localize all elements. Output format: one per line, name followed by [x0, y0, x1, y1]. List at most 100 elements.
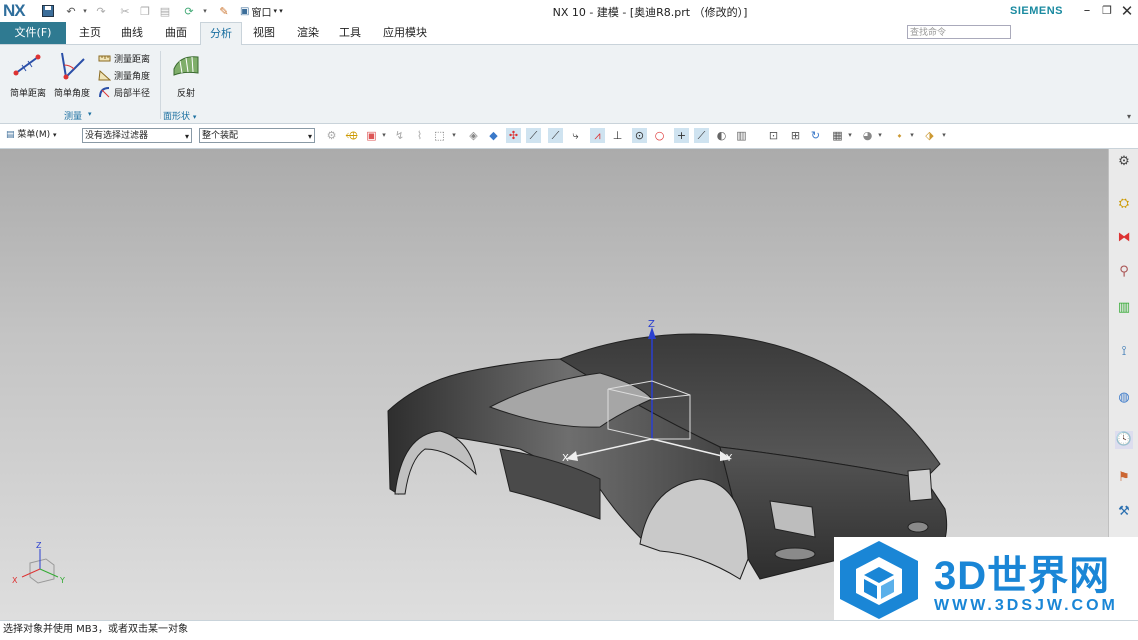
menu-icon: ▤ — [6, 130, 18, 140]
select-curve-icon[interactable]: ↯ — [392, 128, 407, 143]
orient-view-icon[interactable]: ▦ — [830, 128, 845, 143]
tab-analysis[interactable]: 分析 — [200, 22, 242, 45]
assembly-navigator-icon[interactable]: ⛭ — [1115, 195, 1133, 213]
x-axis-label: X — [562, 453, 569, 464]
arc-center-snap-icon[interactable]: ⊥ — [610, 128, 625, 143]
bounded-grid-snap-icon[interactable]: ▥ — [734, 128, 749, 143]
tab-curve[interactable]: 曲线 — [114, 22, 150, 44]
midpoint-snap-icon[interactable]: ⟋ — [548, 128, 563, 143]
restore-button[interactable]: ❐ — [1096, 2, 1118, 20]
local-radius-button[interactable]: 局部半径 — [98, 84, 150, 100]
distance-icon — [13, 54, 41, 76]
edit-object-display-icon[interactable]: ⬩ — [892, 128, 907, 143]
snap-point-icon[interactable]: ✣ — [506, 128, 521, 143]
tab-render[interactable]: 渲染 — [290, 22, 326, 44]
triad-z-label: Z — [36, 541, 42, 550]
selection-filter-select[interactable]: 没有选择过滤器 ▾ — [82, 128, 192, 143]
reflection-icon — [173, 56, 199, 76]
chevron-down-icon: ▾ — [184, 132, 189, 141]
face-shape-group-label[interactable]: 面形状 ▾ — [163, 109, 196, 122]
solid-select-icon[interactable]: ◆ — [486, 128, 501, 143]
chevron-down-icon: ▾ — [307, 132, 312, 141]
cube-logo-icon — [840, 541, 918, 619]
siemens-logo: SIEMENS — [1010, 5, 1064, 17]
minimize-button[interactable]: – — [1076, 2, 1098, 20]
select-face-icon[interactable]: ⌇ — [412, 128, 427, 143]
web-browser-icon[interactable]: ◍ — [1115, 389, 1133, 407]
simple-angle-button[interactable]: 简单角度 — [50, 49, 94, 107]
selection-toolbar: ▤ 菜单(M) ▾ 没有选择过滤器 ▾ 整个装配 ▾ ⚙ ⬲ ▣ ▾ ↯ ⌇ ⬚ ▾… — [0, 124, 1138, 149]
ruler-icon — [98, 55, 111, 61]
ribbon-panel: 简单距离 简单角度 测量距离 测量角度 局部半径 测量 反射 面形状 ▾ ▾ ▾ — [0, 45, 1138, 124]
radius-icon — [99, 86, 110, 97]
tab-tools[interactable]: 工具 — [332, 22, 368, 44]
file-menu[interactable]: 文件(F) — [0, 22, 66, 44]
part-navigator-icon[interactable]: ⚲ — [1115, 263, 1133, 281]
rectangle-select-dropdown-icon[interactable]: ▾ — [450, 128, 458, 143]
simple-distance-button[interactable]: 简单距离 — [6, 49, 50, 107]
reuse-library-icon[interactable]: ▥ — [1115, 299, 1133, 317]
settings-gear-icon[interactable]: ⚙ — [1115, 153, 1133, 171]
hd3d-tools-icon[interactable]: ⟟ — [1115, 343, 1133, 361]
show-hide-icon[interactable]: ⬗ — [922, 128, 937, 143]
rectangle-select-icon[interactable]: ⬚ — [432, 128, 447, 143]
endpoint-snap-icon[interactable]: ⟋ — [526, 128, 541, 143]
measure-group-label: 测量 — [64, 112, 83, 122]
watermark-url: WWW.3DSJW.COM — [934, 597, 1118, 614]
select-region-icon[interactable]: ▣ — [364, 128, 379, 143]
triad-y-label: Y — [60, 576, 65, 585]
constraint-navigator-icon[interactable]: ⧓ — [1115, 229, 1133, 247]
watermark: 3D世界网 WWW.3DSJW.COM — [834, 537, 1138, 620]
status-message: 选择对象并使用 MB3，或者双击某一对象 — [3, 624, 189, 635]
y-axis-label: Y — [726, 453, 733, 464]
menu-dropdown-icon: ▾ — [53, 131, 57, 139]
group-dropdown-icon: ▾ — [192, 113, 197, 121]
tab-surface[interactable]: 曲面 — [158, 22, 194, 44]
fit-view-icon[interactable]: ⊡ — [766, 128, 781, 143]
select-components-icon[interactable]: ⬲ — [344, 128, 359, 143]
tab-view[interactable]: 视图 — [246, 22, 282, 44]
point-on-curve-snap-icon[interactable]: ⟋ — [694, 128, 709, 143]
render-style-dropdown-icon[interactable]: ▾ — [876, 128, 884, 143]
view-triad[interactable] — [21, 549, 59, 584]
watermark-text: 3D世界网 — [934, 554, 1111, 598]
window-title: NX 10 - 建模 - [奥迪R8.prt （修改的）] — [552, 6, 748, 19]
menu-button[interactable]: ▤ 菜单(M) ▾ — [6, 128, 68, 143]
triad-x-label: X — [12, 576, 18, 585]
status-bar: 选择对象并使用 MB3，或者双击某一对象 — [0, 620, 1138, 640]
system-materials-icon[interactable]: ⚑ — [1115, 469, 1133, 487]
show-hide-dropdown-icon[interactable]: ▾ — [940, 128, 948, 143]
circle-center-snap-icon[interactable]: ⊙ — [632, 128, 647, 143]
edit-display-dropdown-icon[interactable]: ▾ — [908, 128, 916, 143]
protractor-icon — [98, 69, 111, 80]
reflection-button[interactable]: 反射 — [164, 49, 208, 107]
body-select-icon[interactable]: ◈ — [466, 128, 481, 143]
zoom-icon[interactable]: ⊞ — [788, 128, 803, 143]
history-icon[interactable]: 🕓 — [1115, 431, 1133, 449]
measure-distance-button[interactable]: 测量距离 — [98, 50, 150, 66]
assembly-scope-select[interactable]: 整个装配 ▾ — [199, 128, 315, 143]
rotate-view-icon[interactable]: ↻ — [808, 128, 823, 143]
measure-group-dropdown-icon[interactable]: ▾ — [88, 109, 92, 119]
select-features-icon[interactable]: ⚙ — [324, 128, 339, 143]
angle-icon — [61, 52, 85, 80]
point-on-face-snap-icon[interactable]: ◐ — [714, 128, 729, 143]
intersection-snap-icon[interactable]: ⩘ — [590, 128, 605, 143]
measure-angle-button[interactable]: 测量角度 — [98, 67, 150, 83]
ribbon-tab-bar: 文件(F) 主页 曲线 曲面 分析 视图 渲染 工具 应用模块 查找命令 ⌕ ▤… — [0, 22, 1138, 63]
render-style-icon[interactable]: ◕ — [860, 128, 875, 143]
ribbon-expand-icon[interactable]: ▾ — [1124, 108, 1134, 124]
group-separator — [160, 51, 161, 119]
close-button[interactable]: ✕ — [1116, 2, 1138, 20]
select-region-dropdown-icon[interactable]: ▾ — [380, 128, 388, 143]
title-bar: NX ↶ ▾ ↷ ✂ ❐ ▤ ⟳ ▾ ✎ ▣ 窗口 ▾ ▾ NX 10 - 建模… — [0, 0, 1138, 22]
existing-point-snap-icon[interactable]: + — [674, 128, 689, 143]
orient-view-dropdown-icon[interactable]: ▾ — [846, 128, 854, 143]
tab-home[interactable]: 主页 — [72, 22, 108, 44]
process-studio-icon[interactable]: ⚒ — [1115, 503, 1133, 521]
command-search-input[interactable]: 查找命令 — [907, 25, 1011, 39]
tab-applications[interactable]: 应用模块 — [376, 22, 434, 44]
z-axis-label: Z — [648, 319, 655, 330]
control-point-snap-icon[interactable]: ⤷ — [568, 128, 583, 143]
quadrant-snap-icon[interactable]: ○ — [652, 128, 667, 143]
